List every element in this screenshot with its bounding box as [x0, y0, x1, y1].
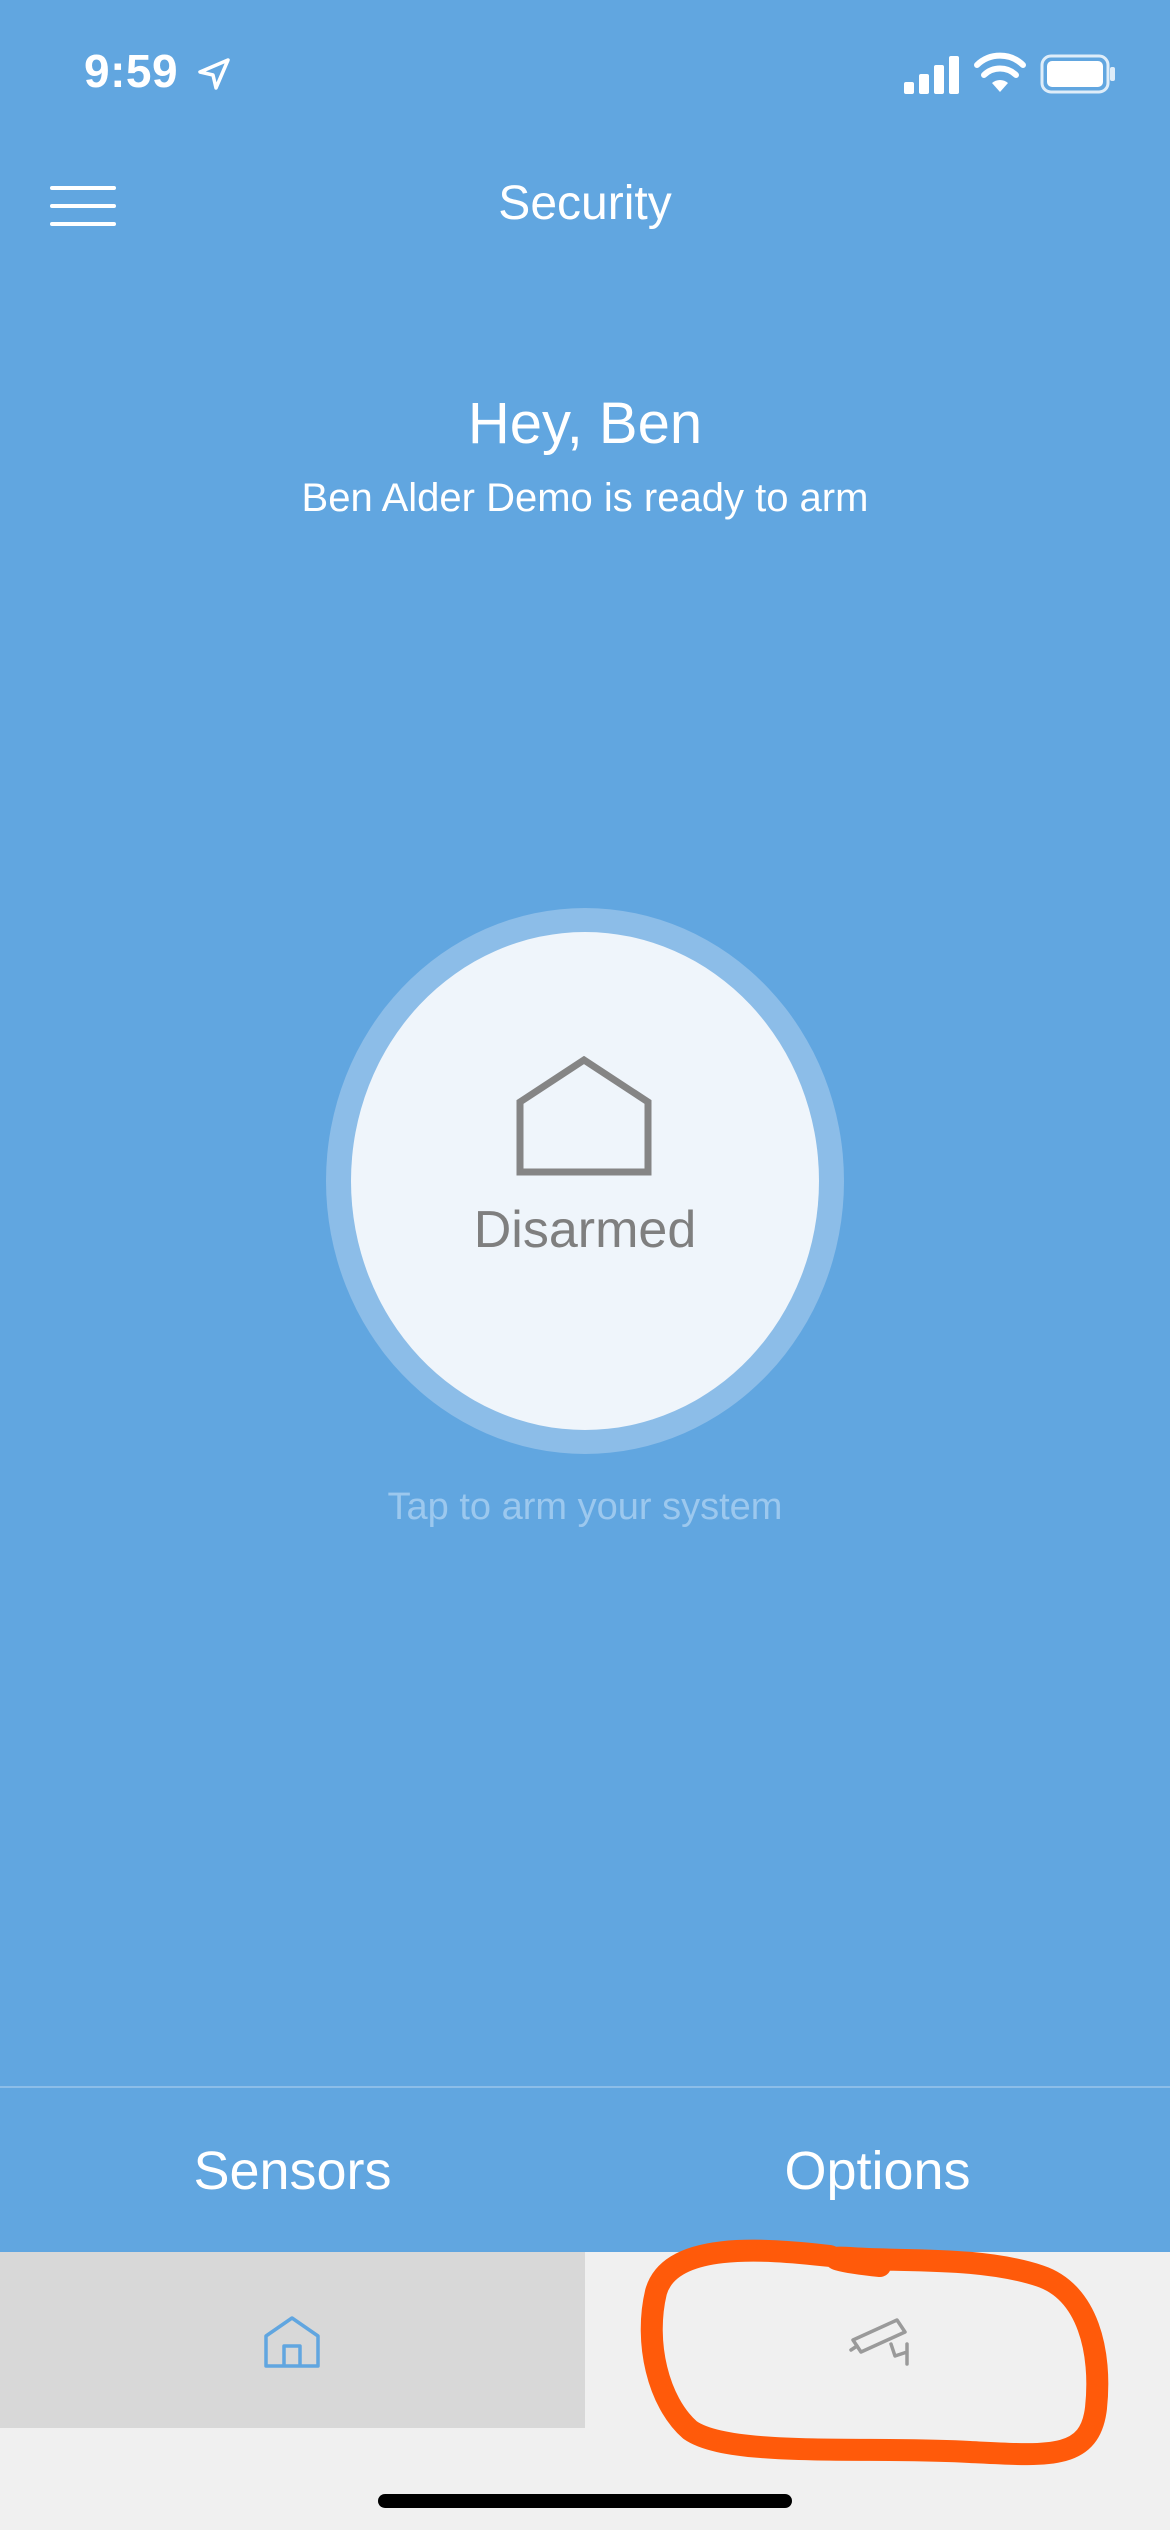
home-indicator [378, 2494, 792, 2508]
tab-security-home[interactable] [0, 2252, 585, 2428]
arm-system-button[interactable] [351, 932, 819, 1430]
location-arrow-icon [198, 58, 230, 90]
cellular-signal-icon [904, 56, 959, 94]
page-title: Security [498, 177, 672, 230]
home-icon [264, 2316, 320, 2368]
greeting: Hey, Ben [467, 391, 703, 456]
divider [0, 2086, 1170, 2088]
system-status-message: Ben Alder Demo is ready to arm [301, 476, 869, 520]
house-icon [516, 1056, 652, 1176]
arm-hint-text: Tap to arm your system [387, 1486, 783, 1528]
status-time: 9:59 [84, 45, 179, 97]
arm-state-label: Disarmed [473, 1201, 697, 1259]
security-camera-icon [849, 2318, 909, 2366]
tab-bar [0, 2252, 1170, 2530]
security-screen: 9:59 Security Hey, Ben Ben Alder Demo is… [0, 0, 1170, 2530]
tab-cameras[interactable] [585, 2252, 1170, 2428]
sensors-button[interactable]: Sensors [0, 2140, 585, 2202]
wifi-icon [974, 52, 1026, 92]
options-button[interactable]: Options [585, 2140, 1170, 2202]
battery-icon [1040, 54, 1115, 94]
